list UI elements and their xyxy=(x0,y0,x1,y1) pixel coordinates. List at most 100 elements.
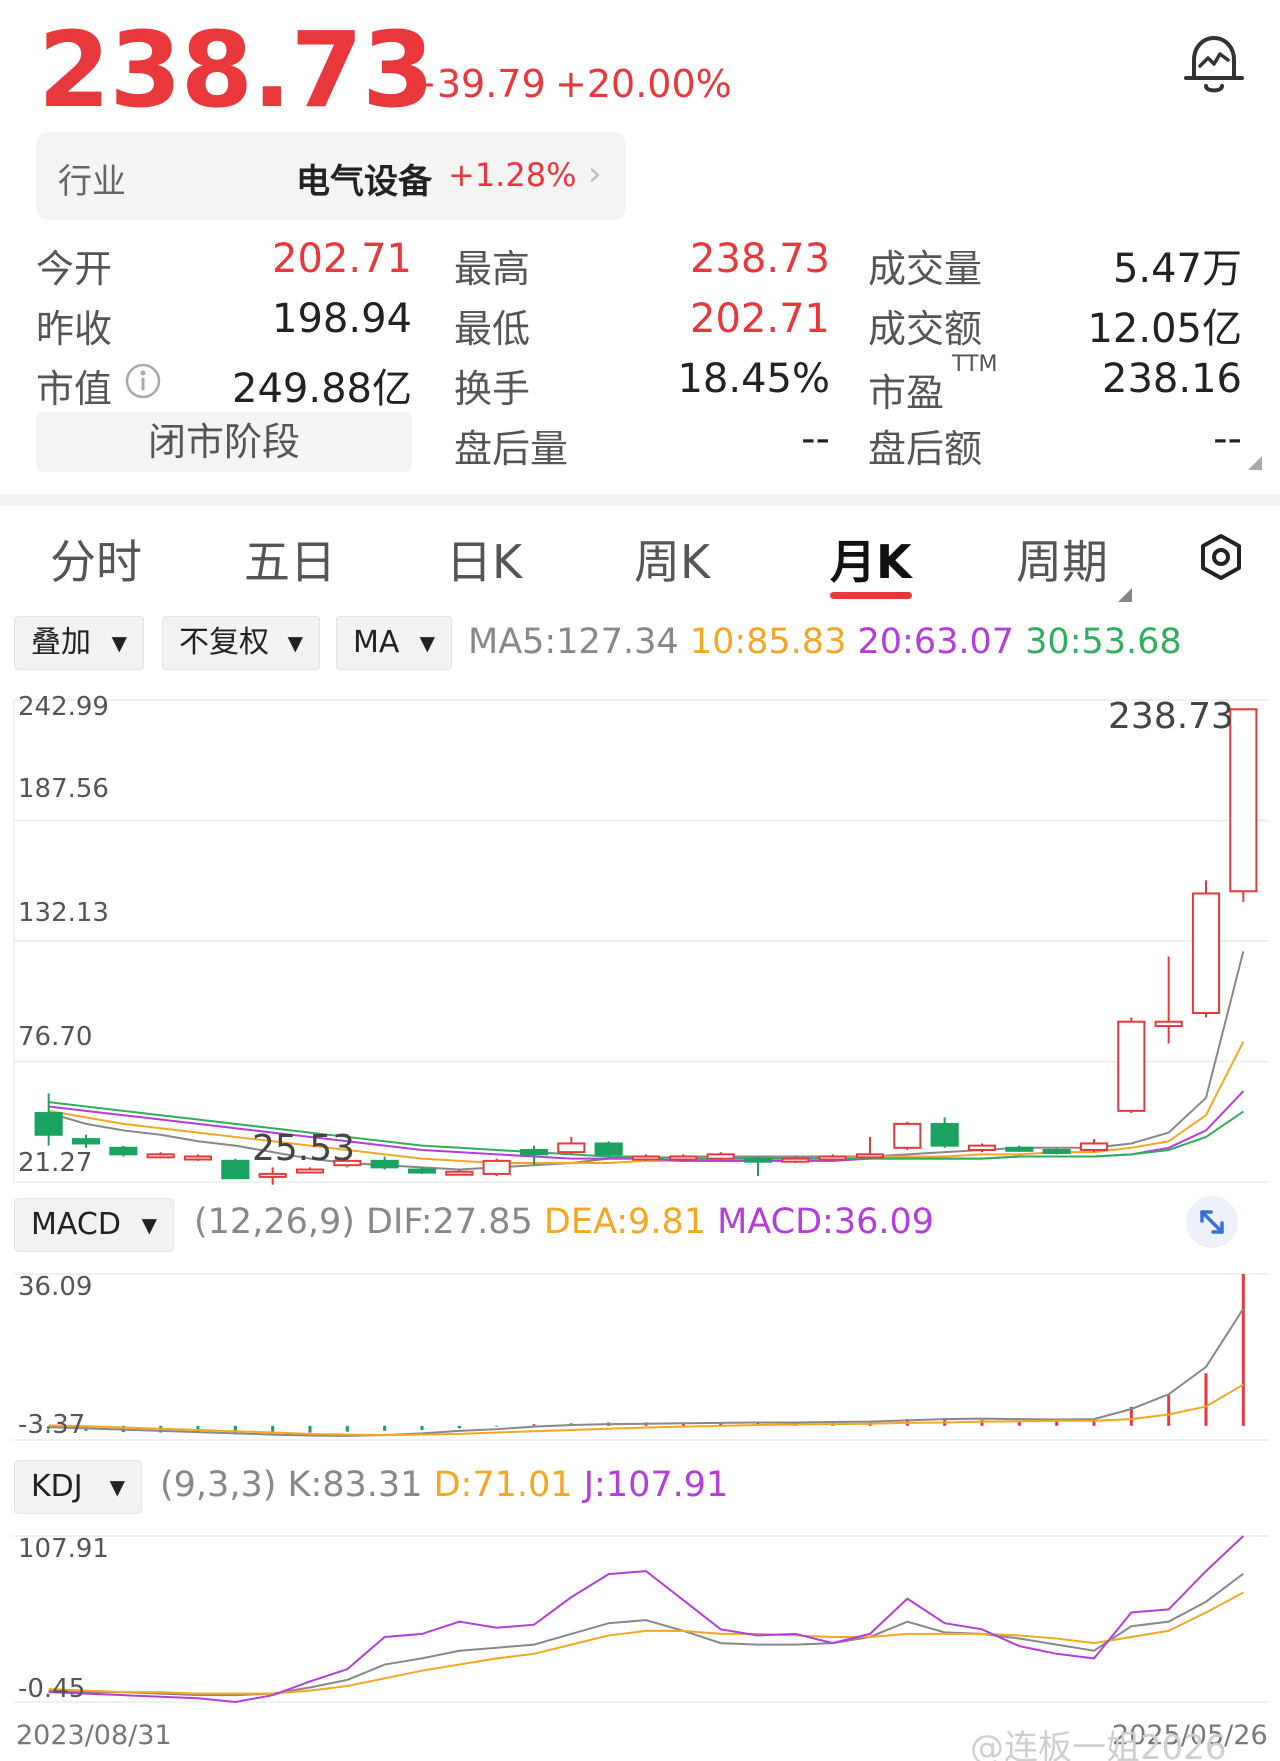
after-hours-volume-label: 盘后量 xyxy=(454,427,569,471)
dif-line xyxy=(48,1308,1245,1437)
settings-hexagon-icon[interactable] xyxy=(1196,532,1246,582)
candle-body xyxy=(407,1168,437,1174)
price-change-pct: +20.00% xyxy=(555,62,732,106)
alert-bell-icon[interactable] xyxy=(1182,30,1246,100)
candle-body xyxy=(183,1155,213,1161)
candle-body xyxy=(1005,1146,1034,1152)
period-corner-icon xyxy=(1118,588,1132,602)
candle-body xyxy=(893,1122,922,1149)
macd-chart[interactable] xyxy=(0,1264,1280,1444)
after-hours-amount-value: -- xyxy=(1213,416,1242,462)
pe-ttm-superscript: TTM xyxy=(952,352,998,377)
candle-body xyxy=(1079,1142,1109,1151)
kdj-legend: (9,3,3) K:83.31 D:71.01 J:107.91 xyxy=(160,1465,728,1505)
prev-close-label: 昨收 xyxy=(36,307,113,351)
info-icon[interactable] xyxy=(124,362,162,400)
y-axis-label: 187.56 xyxy=(18,774,109,804)
market-cap-value: 249.88亿 xyxy=(232,366,412,412)
amount-value: 12.05亿 xyxy=(1087,306,1242,352)
candle-body xyxy=(557,1142,586,1154)
candle-body xyxy=(930,1122,959,1147)
macd-params: (12,26,9) xyxy=(194,1202,355,1242)
high-label: 最高 xyxy=(454,247,531,291)
last-price: 238.73 xyxy=(38,9,434,131)
turnover-value: 18.45% xyxy=(677,356,830,402)
volume-value: 5.47万 xyxy=(1112,246,1242,292)
dea-line xyxy=(48,1383,1244,1437)
start-date: 2023/08/31 xyxy=(16,1720,172,1751)
tab-five-day[interactable]: 五日 xyxy=(244,526,336,592)
section-divider xyxy=(0,494,1280,506)
tab-daily-k[interactable]: 日K xyxy=(446,526,522,592)
prev-close-value: 198.94 xyxy=(272,296,412,342)
tab-intraday[interactable]: 分时 xyxy=(50,526,142,592)
y-axis-label: 21.27 xyxy=(18,1148,93,1178)
amount-label: 成交额 xyxy=(868,307,983,351)
watermark: @连板一姐2026 xyxy=(970,1728,1227,1761)
open-label: 今开 xyxy=(36,247,113,291)
pe-label: 市盈 xyxy=(868,371,945,415)
caret-down-icon: ▼ xyxy=(141,1213,157,1237)
candle-body xyxy=(71,1138,101,1145)
candle-body xyxy=(1229,708,1258,893)
candle-body xyxy=(594,1142,623,1156)
candle-body xyxy=(706,1153,735,1160)
kline-chart[interactable] xyxy=(0,686,1280,1186)
tab-monthly-k[interactable]: 月K xyxy=(830,526,912,592)
pe-value: 238.16 xyxy=(1102,356,1242,402)
macd-legend: (12,26,9) DIF:27.85 DEA:9.81 MACD:36.09 xyxy=(194,1202,934,1242)
macd-dea: DEA:9.81 xyxy=(543,1202,706,1242)
y-axis-label: 242.99 xyxy=(18,692,109,722)
after-hours-amount-label: 盘后额 xyxy=(868,427,983,471)
low-value: 202.71 xyxy=(690,296,830,342)
caret-down-icon: ▼ xyxy=(287,631,303,655)
kdj-j: J:107.91 xyxy=(583,1465,729,1505)
macd-value: MACD:36.09 xyxy=(717,1202,935,1242)
expand-arrows-icon[interactable] xyxy=(1186,1196,1238,1248)
ma5-value: MA5:127.34 xyxy=(468,622,679,662)
candle-body xyxy=(1191,892,1221,1015)
candle-body xyxy=(146,1153,175,1159)
candle-body xyxy=(1154,1020,1183,1028)
expand-corner-icon[interactable] xyxy=(1248,456,1262,470)
kdj-params: (9,3,3) xyxy=(160,1465,277,1505)
kdj-y-top: 107.91 xyxy=(18,1534,109,1564)
macd-dropdown[interactable]: MACD ▼ xyxy=(14,1198,174,1252)
macd-dif: DIF:27.85 xyxy=(366,1202,533,1242)
indicator-dropdown[interactable]: MA ▼ xyxy=(336,616,452,670)
industry-row[interactable]: 行业 电气设备 +1.28% › xyxy=(36,132,626,220)
price-change: +39.79 xyxy=(405,62,546,106)
kdj-chart[interactable] xyxy=(0,1524,1280,1714)
market-phase: 闭市阶段 xyxy=(36,412,412,472)
volume-label: 成交量 xyxy=(868,247,983,291)
kdj-dropdown[interactable]: KDJ ▼ xyxy=(14,1460,142,1514)
tab-period[interactable]: 周期 xyxy=(1016,526,1108,592)
tab-weekly-k[interactable]: 周K xyxy=(634,526,710,592)
candle-body xyxy=(1117,1020,1146,1112)
adjust-dropdown-label: 不复权 xyxy=(179,625,269,660)
indicator-dropdown-label: MA xyxy=(353,625,400,660)
y-axis-label: 76.70 xyxy=(18,1022,93,1052)
caret-down-icon: ▼ xyxy=(111,631,127,655)
industry-name: 电气设备 xyxy=(296,162,432,202)
y-axis-label: 132.13 xyxy=(18,898,109,928)
overlay-dropdown[interactable]: 叠加 ▼ xyxy=(14,616,144,670)
overlay-dropdown-label: 叠加 xyxy=(31,625,91,660)
candle-body xyxy=(818,1155,847,1161)
candle-body xyxy=(258,1172,287,1178)
open-value: 202.71 xyxy=(272,236,412,282)
candle-body xyxy=(967,1144,997,1151)
candle-body xyxy=(34,1112,63,1136)
candle-body xyxy=(855,1153,885,1159)
candle-body xyxy=(445,1170,474,1176)
candle-body xyxy=(221,1159,250,1180)
high-value: 238.73 xyxy=(690,236,830,282)
candle-body xyxy=(669,1155,698,1161)
adjust-dropdown[interactable]: 不复权 ▼ xyxy=(162,616,320,670)
macd-y-top: 36.09 xyxy=(18,1272,93,1302)
candle-body xyxy=(370,1159,399,1169)
macd-dropdown-label: MACD xyxy=(31,1207,121,1242)
macd-y-bottom: -3.37 xyxy=(18,1410,86,1440)
caret-down-icon: ▼ xyxy=(109,1475,125,1499)
ma-legend: MA5:127.34 10:85.83 20:63.07 30:53.68 xyxy=(468,622,1182,662)
